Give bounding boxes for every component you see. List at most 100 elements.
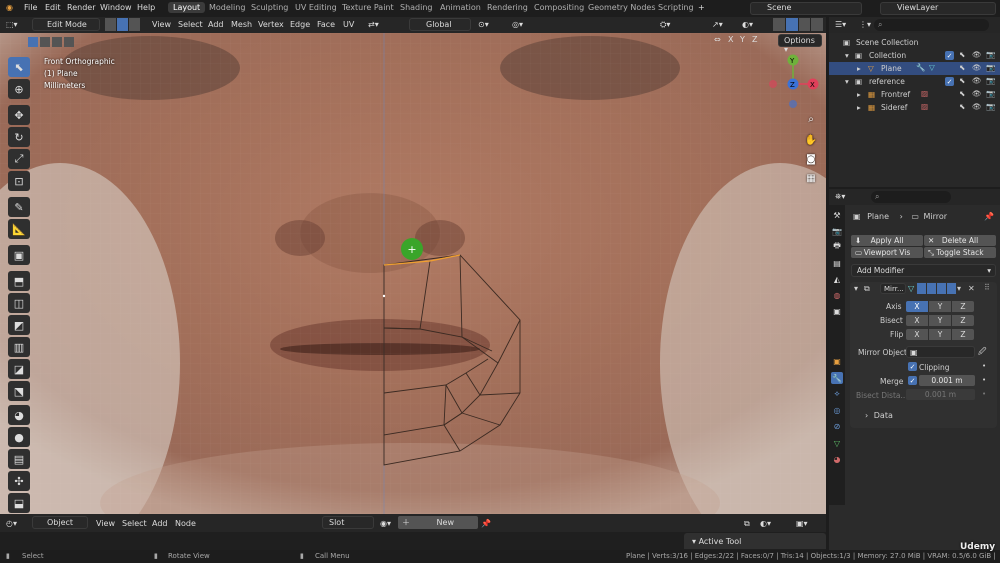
render-camera-icon[interactable]: 📷 xyxy=(986,76,995,85)
outliner-row-collection[interactable]: ▾ ▣ Collection ✓ ⬉ 👁 📷 xyxy=(829,49,1000,62)
collapse-arrow-icon[interactable]: ▾ xyxy=(854,284,858,293)
select-tool-icon[interactable]: ⬉ xyxy=(8,57,30,77)
tab-modeling[interactable]: Modeling xyxy=(209,3,245,12)
edge-select-icon[interactable] xyxy=(117,18,128,31)
view-layer-tab-icon[interactable]: ▤ xyxy=(831,257,843,269)
material-icon[interactable]: ◉▾ xyxy=(380,519,391,528)
render-camera-icon[interactable]: 📷 xyxy=(986,50,995,59)
viewport-toggle-icon[interactable] xyxy=(927,283,936,294)
object-tab-icon[interactable]: ▣ xyxy=(831,355,843,367)
visibility-eye-icon[interactable]: 👁 xyxy=(972,76,982,85)
outliner-row-frontref[interactable]: ▸ ▦ Frontref ▨ ⬉ 👁 📷 xyxy=(829,88,1000,101)
drag-handle-icon[interactable]: ⠿ xyxy=(984,283,990,292)
editmode-toggle-icon[interactable] xyxy=(917,283,926,294)
spin-tool-icon[interactable]: ◕ xyxy=(8,405,30,425)
apply-all-button[interactable]: ⬇ Apply All xyxy=(851,235,923,246)
flip-z-button[interactable]: Z xyxy=(952,329,974,340)
inset-tool-icon[interactable]: ◫ xyxy=(8,293,30,313)
menu-edge[interactable]: Edge xyxy=(290,20,310,29)
subtract-selection-icon[interactable] xyxy=(52,36,62,47)
backdrop-icon[interactable]: ▣▾ xyxy=(796,519,808,528)
output-tab-icon[interactable]: 🖶 xyxy=(831,241,843,253)
world-tab-icon[interactable]: ◍ xyxy=(831,289,843,301)
menu-render[interactable]: Render xyxy=(67,3,95,12)
bisect-x-button[interactable]: X xyxy=(906,315,928,326)
particles-tab-icon[interactable]: ⟡ xyxy=(831,388,843,400)
extend-selection-icon[interactable] xyxy=(40,36,50,47)
constraints-tab-icon[interactable]: ⊘ xyxy=(831,420,843,432)
overlay-toggle-icon[interactable]: ◐▾ xyxy=(742,20,753,29)
selectable-icon[interactable]: ⬉ xyxy=(959,76,965,85)
menu-help[interactable]: Help xyxy=(137,3,155,12)
menu-add[interactable]: Add xyxy=(208,20,224,29)
merge-checkbox[interactable]: ✓ xyxy=(908,376,917,385)
physics-tab-icon[interactable]: ◎ xyxy=(831,404,843,416)
outliner-editor-icon[interactable]: ☰▾ xyxy=(835,20,846,29)
camera-toggle-icon[interactable] xyxy=(947,283,956,294)
keyframe-dot-icon[interactable]: • xyxy=(982,376,986,384)
visibility-eye-icon[interactable]: 👁 xyxy=(972,63,982,72)
add-cube-tool-icon[interactable]: ▣ xyxy=(8,245,30,265)
transform-tool-icon[interactable]: ⊡ xyxy=(8,171,30,191)
add-workspace-button[interactable]: + xyxy=(698,3,705,12)
delete-all-button[interactable]: ✕ Delete All xyxy=(924,235,996,246)
display-mode-icon[interactable]: ⋮▾ xyxy=(859,20,871,29)
zoom-icon[interactable]: ⌕ xyxy=(802,110,820,128)
menu-select[interactable]: Select xyxy=(122,519,147,528)
axis-x-button[interactable]: X xyxy=(906,301,928,312)
move-tool-icon[interactable]: ✥ xyxy=(8,105,30,125)
material-tab-icon[interactable]: ◕ xyxy=(831,453,843,465)
render-camera-icon[interactable]: 📷 xyxy=(986,102,995,111)
flip-y-button[interactable]: Y xyxy=(929,329,951,340)
3d-viewport[interactable]: + Front Orthographic (1) Plane Millimete… xyxy=(0,33,826,514)
measure-tool-icon[interactable]: 📐 xyxy=(8,219,30,239)
overlay-icon[interactable]: ◐▾ xyxy=(760,519,771,528)
keyframe-dot-icon[interactable]: • xyxy=(982,390,986,398)
pivot-icon[interactable]: ⇄▾ xyxy=(368,20,379,29)
intersect-selection-icon[interactable] xyxy=(64,36,74,47)
new-material-button[interactable]: ＋ New xyxy=(398,516,478,529)
menu-view[interactable]: View xyxy=(96,519,115,528)
active-tool-panel[interactable]: ▾ Active Tool xyxy=(684,533,826,549)
pin-icon[interactable]: 📌 xyxy=(481,519,491,528)
data-tab-icon[interactable]: ▽ xyxy=(831,437,843,449)
render-tab-icon[interactable]: 📷 xyxy=(831,225,843,237)
mirror-object-field[interactable]: ▣ xyxy=(906,346,975,358)
tool-tab-icon[interactable]: ⚒ xyxy=(831,209,843,221)
rotate-tool-icon[interactable]: ↻ xyxy=(8,127,30,147)
collection-tab-icon[interactable]: ▣ xyxy=(831,305,843,317)
axis-y-button[interactable]: Y xyxy=(929,301,951,312)
render-toggle-icon[interactable] xyxy=(937,283,946,294)
mode-selector[interactable]: Edit Mode xyxy=(32,18,100,31)
eyedropper-icon[interactable]: 🖉 xyxy=(978,346,987,360)
edge-slide-tool-icon[interactable]: ▤ xyxy=(8,449,30,469)
annotate-tool-icon[interactable]: ✎ xyxy=(8,197,30,217)
menu-view[interactable]: View xyxy=(152,20,171,29)
bisect-z-button[interactable]: Z xyxy=(952,315,974,326)
proportional-edit-icon[interactable]: ◎▾ xyxy=(512,20,523,29)
tab-rendering[interactable]: Rendering xyxy=(487,3,528,12)
camera-view-icon[interactable]: ◙ xyxy=(802,150,820,168)
poly-build-tool-icon[interactable]: ⬔ xyxy=(8,381,30,401)
render-camera-icon[interactable]: 📷 xyxy=(986,63,995,72)
menu-uv[interactable]: UV xyxy=(343,20,354,29)
menu-file[interactable]: File xyxy=(24,3,37,12)
tab-layout[interactable]: Layout xyxy=(168,2,206,13)
menu-add[interactable]: Add xyxy=(152,519,168,528)
pin-icon[interactable]: 📌 xyxy=(984,212,994,221)
wireframe-shading-icon[interactable] xyxy=(773,18,785,31)
clipping-checkbox[interactable]: ✓ xyxy=(908,362,917,371)
menu-window[interactable]: Window xyxy=(100,3,132,12)
modifier-menu-icon[interactable]: ▾ xyxy=(957,284,961,293)
viewport-vis-button[interactable]: ▭ Viewport Vis xyxy=(851,247,923,258)
keyframe-dot-icon[interactable]: • xyxy=(982,362,986,370)
new-selection-icon[interactable] xyxy=(28,36,38,47)
tab-sculpting[interactable]: Sculpting xyxy=(251,3,288,12)
face-select-icon[interactable] xyxy=(129,18,140,31)
tab-uv-editing[interactable]: UV Editing xyxy=(295,3,337,12)
smooth-tool-icon[interactable]: ● xyxy=(8,427,30,447)
rip-tool-icon[interactable]: ⬓ xyxy=(8,493,30,513)
outliner-row-scene-collection[interactable]: ▣ Scene Collection xyxy=(829,36,1000,49)
shader-editor-canvas[interactable]: ▾ Active Tool xyxy=(0,532,826,550)
bevel-tool-icon[interactable]: ◩ xyxy=(8,315,30,335)
